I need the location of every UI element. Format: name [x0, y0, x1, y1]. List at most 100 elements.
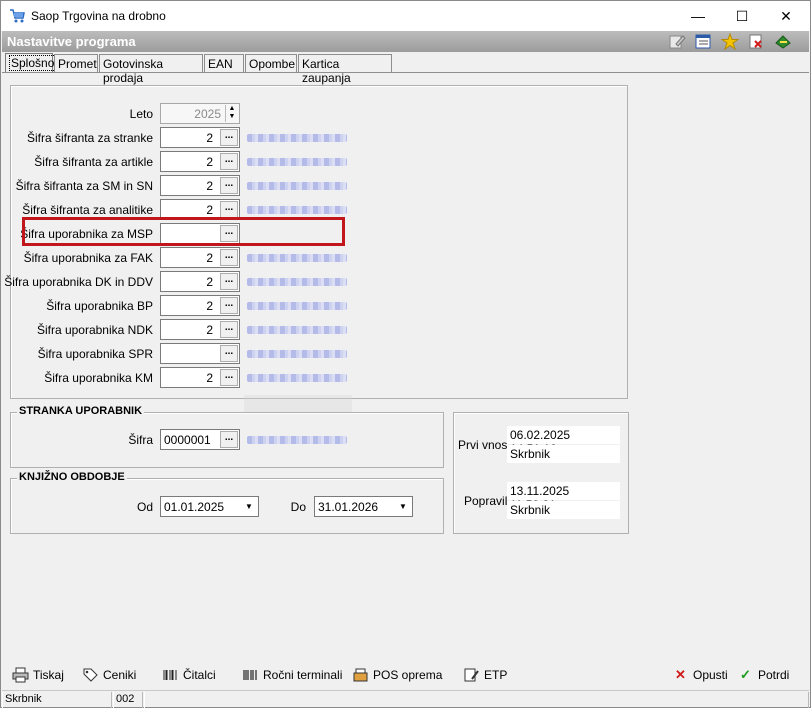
blurred-description [247, 134, 347, 142]
od-date-picker[interactable]: 01.01.2025 ▼ [160, 496, 259, 517]
field-value: 0000001 [164, 433, 211, 447]
price-tag-icon [83, 668, 98, 682]
field-value: 2 [206, 299, 213, 313]
uporabnik-dk-ddv-input[interactable]: 2... [160, 271, 240, 292]
tab-ean[interactable]: EAN [204, 54, 244, 73]
ceniki-button[interactable]: Ceniki [82, 667, 136, 683]
popravil-label: Popravil [464, 494, 508, 508]
group-title: KNJIŽNO OBDOBJE [17, 471, 127, 483]
window-title: Saop Trgovina na drobno [31, 9, 166, 23]
field-value: 2 [206, 371, 213, 385]
tab-kartica-zaupanja[interactable]: Kartica zaupanja [298, 54, 392, 85]
field-label: Šifra šifranta za SM in SN [15, 179, 153, 193]
barcode-icon [163, 670, 177, 680]
spin-down-icon[interactable]: ▼ [226, 113, 238, 121]
minimize-button[interactable]: — [676, 1, 720, 31]
pos-icon [353, 668, 368, 682]
etp-button[interactable]: ETP [463, 667, 507, 683]
tab-splosno[interactable]: Splošno [5, 53, 57, 73]
browse-button[interactable]: ... [220, 345, 238, 362]
delete-icon[interactable] [747, 33, 765, 50]
check-icon: ✓ [740, 667, 751, 682]
title-bar: Saop Trgovina na drobno — ☐ ✕ [1, 1, 810, 31]
status-code: 002 [113, 692, 143, 708]
tab-divider [2, 72, 809, 73]
maximize-button[interactable]: ☐ [720, 1, 764, 31]
field-label: Šifra uporabnika DK in DDV [4, 275, 153, 289]
status-empty [144, 692, 809, 708]
sifrant-sm-sn-input[interactable]: 2... [160, 175, 240, 196]
tab-opombe[interactable]: Opombe [245, 54, 297, 73]
close-button[interactable]: ✕ [764, 1, 808, 31]
status-bar: Skrbnik 002 [2, 690, 809, 708]
button-label: Tiskaj [33, 668, 64, 682]
browse-button[interactable]: ... [220, 297, 238, 314]
pos-oprema-button[interactable]: POS oprema [352, 667, 442, 683]
opusti-button[interactable]: ✕ Opusti [672, 667, 728, 683]
star-icon[interactable] [721, 33, 739, 50]
field-value: 01.01.2025 [164, 500, 225, 514]
popravil-date: 13.11.2025 11:59:31 [507, 482, 620, 512]
stranka-sifra-input[interactable]: 0000001... [160, 429, 240, 450]
rocni-terminali-button[interactable]: Ročni terminali [242, 667, 342, 683]
button-label: Čitalci [183, 668, 216, 682]
leto-spinner[interactable]: 2025 ▲ ▼ [160, 103, 240, 124]
edit-icon[interactable] [668, 33, 686, 50]
uporabnik-bp-input[interactable]: 2... [160, 295, 240, 316]
browse-button[interactable]: ... [220, 273, 238, 290]
browse-button[interactable]: ... [220, 177, 238, 194]
uporabnik-km-input[interactable]: 2... [160, 367, 240, 388]
do-date-picker[interactable]: 31.01.2026 ▼ [314, 496, 413, 517]
page-title: Nastavitve programa [7, 34, 136, 49]
button-label: POS oprema [373, 668, 443, 682]
cancel-icon: ✕ [675, 667, 686, 682]
field-label: Šifra uporabnika NDK [36, 323, 153, 337]
blurred-description [247, 302, 347, 310]
citalci-button[interactable]: Čitalci [162, 667, 216, 683]
cart-icon [10, 9, 25, 23]
blurred-description [247, 326, 347, 334]
prvi-vnos-label: Prvi vnos [458, 438, 508, 452]
exit-icon[interactable] [774, 33, 792, 50]
button-label: Ceniki [103, 668, 137, 682]
field-label: Šifra šifranta za stranke [26, 131, 153, 145]
potrdi-button[interactable]: ✓ Potrdi [737, 667, 789, 683]
field-label: Šifra uporabnika SPR [37, 347, 153, 361]
field-label: Šifra uporabnika BP [46, 299, 153, 313]
handheld-terminal-icon [243, 670, 257, 680]
browse-button[interactable]: ... [220, 321, 238, 338]
blurred-description [247, 374, 347, 382]
status-user: Skrbnik [2, 692, 112, 708]
chevron-down-icon[interactable]: ▼ [241, 498, 257, 515]
tab-label: Gotovinska prodaja [103, 57, 164, 85]
tab-gotovinska-prodaja[interactable]: Gotovinska prodaja [99, 54, 203, 85]
field-value: 2 [206, 275, 213, 289]
browse-button[interactable]: ... [220, 153, 238, 170]
sifrant-artikle-input[interactable]: 2... [160, 151, 240, 172]
browse-button[interactable]: ... [220, 201, 238, 218]
uporabnik-fak-input[interactable]: 2... [160, 247, 240, 268]
leto-label: Leto [129, 107, 153, 121]
sifrant-stranke-input[interactable]: 2... [160, 127, 240, 148]
chevron-down-icon[interactable]: ▼ [395, 498, 411, 515]
blurred-description [247, 350, 347, 358]
list-icon[interactable] [694, 33, 712, 50]
tab-label: Opombe [249, 57, 296, 71]
spin-buttons[interactable]: ▲ ▼ [225, 105, 238, 122]
tab-bar: Splošno Promet Gotovinska prodaja EAN Op… [2, 53, 809, 85]
browse-button[interactable]: ... [220, 369, 238, 386]
header-band: Nastavitve programa [2, 31, 809, 52]
browse-button[interactable]: ... [220, 431, 238, 448]
tiskaj-button[interactable]: Tiskaj [12, 667, 64, 683]
document-pen-icon [464, 668, 479, 682]
tab-label: EAN [208, 57, 233, 71]
tab-label: Promet [58, 57, 97, 71]
tab-promet[interactable]: Promet [54, 54, 98, 73]
close-icon: ✕ [780, 7, 792, 24]
browse-button[interactable]: ... [220, 249, 238, 266]
browse-button[interactable]: ... [220, 129, 238, 146]
field-value: 2 [206, 131, 213, 145]
uporabnik-ndk-input[interactable]: 2... [160, 319, 240, 340]
uporabnik-spr-input[interactable]: ... [160, 343, 240, 364]
spin-up-icon[interactable]: ▲ [226, 105, 238, 113]
